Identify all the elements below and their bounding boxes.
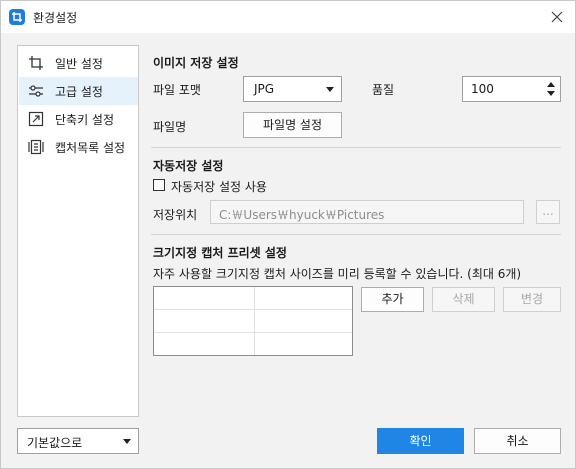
format-select[interactable]: JPG: [243, 76, 342, 102]
sidebar-item-capture-list[interactable]: 캡처목록 설정: [19, 133, 138, 161]
settings-window: 환경설정 일반 설정 고급 설정 단축키 설정 캡처목록 설정 이미지 저장 설…: [0, 0, 576, 469]
save-location-value: C:￦Users￦hyuck￦Pictures: [219, 208, 385, 222]
auto-save-title: 자동저장 설정: [153, 159, 224, 173]
format-label: 파일 포맷: [153, 83, 201, 97]
edit-preset-button[interactable]: 변경: [503, 287, 561, 312]
sidebar-item-label: 일반 설정: [55, 57, 103, 71]
table-row-divider: [154, 309, 352, 310]
settings-content: 이미지 저장 설정 파일 포맷 JPG 품질 100 파일명 파일명 설정 자동…: [151, 41, 561, 421]
spin-down-icon[interactable]: [547, 91, 555, 96]
sidebar-item-label: 캡처목록 설정: [55, 141, 126, 155]
sidebar-item-shortcut[interactable]: 단축키 설정: [19, 105, 138, 133]
settings-sidebar: 일반 설정 고급 설정 단축키 설정 캡처목록 설정: [17, 45, 139, 417]
chevron-down-icon: [326, 87, 334, 92]
format-value: JPG: [254, 82, 275, 96]
browse-button[interactable]: ...: [536, 200, 560, 224]
window-title: 환경설정: [33, 11, 78, 25]
section-divider: [151, 147, 561, 148]
save-location-label: 저장위치: [153, 208, 198, 222]
delete-preset-button[interactable]: 삭제: [432, 287, 495, 312]
reset-defaults-value: 기본값으로: [27, 436, 83, 450]
ok-button[interactable]: 확인: [377, 428, 464, 454]
shortcut-icon: [28, 111, 44, 127]
app-logo-icon: [9, 9, 25, 25]
quality-stepper[interactable]: 100: [462, 76, 561, 102]
quality-value: 100: [471, 82, 494, 96]
chevron-down-icon: [123, 439, 131, 444]
table-row-divider: [154, 332, 352, 333]
auto-save-checkbox[interactable]: [153, 179, 165, 191]
table-column-divider: [254, 287, 255, 355]
quality-label: 품질: [372, 83, 395, 97]
filename-settings-button[interactable]: 파일명 설정: [243, 112, 342, 138]
sidebar-item-advanced[interactable]: 고급 설정: [19, 77, 138, 105]
crop-icon: [28, 55, 44, 71]
title-bar: 환경설정: [1, 1, 575, 33]
sidebar-item-label: 고급 설정: [55, 85, 103, 99]
sliders-icon: [28, 83, 44, 99]
section-divider: [151, 234, 561, 235]
capture-list-icon: [28, 139, 44, 155]
save-location-input: C:￦Users￦hyuck￦Pictures: [210, 200, 524, 224]
preset-description: 자주 사용할 크기지정 캡처 사이즈를 미리 등록할 수 있습니다. (최대 6…: [153, 267, 522, 281]
sidebar-item-label: 단축키 설정: [55, 113, 115, 127]
cancel-button[interactable]: 취소: [474, 428, 561, 454]
preset-title: 크기지정 캡처 프리셋 설정: [153, 246, 287, 260]
close-icon[interactable]: [547, 7, 567, 27]
reset-defaults-select[interactable]: 기본값으로: [17, 428, 139, 454]
image-save-title: 이미지 저장 설정: [153, 56, 239, 70]
auto-save-checkbox-label: 자동저장 설정 사용: [171, 180, 267, 194]
filename-label: 파일명: [153, 120, 187, 134]
sidebar-item-general[interactable]: 일반 설정: [19, 49, 138, 77]
spin-up-icon[interactable]: [547, 82, 555, 87]
add-preset-button[interactable]: 추가: [361, 287, 424, 312]
preset-table[interactable]: [153, 286, 353, 356]
